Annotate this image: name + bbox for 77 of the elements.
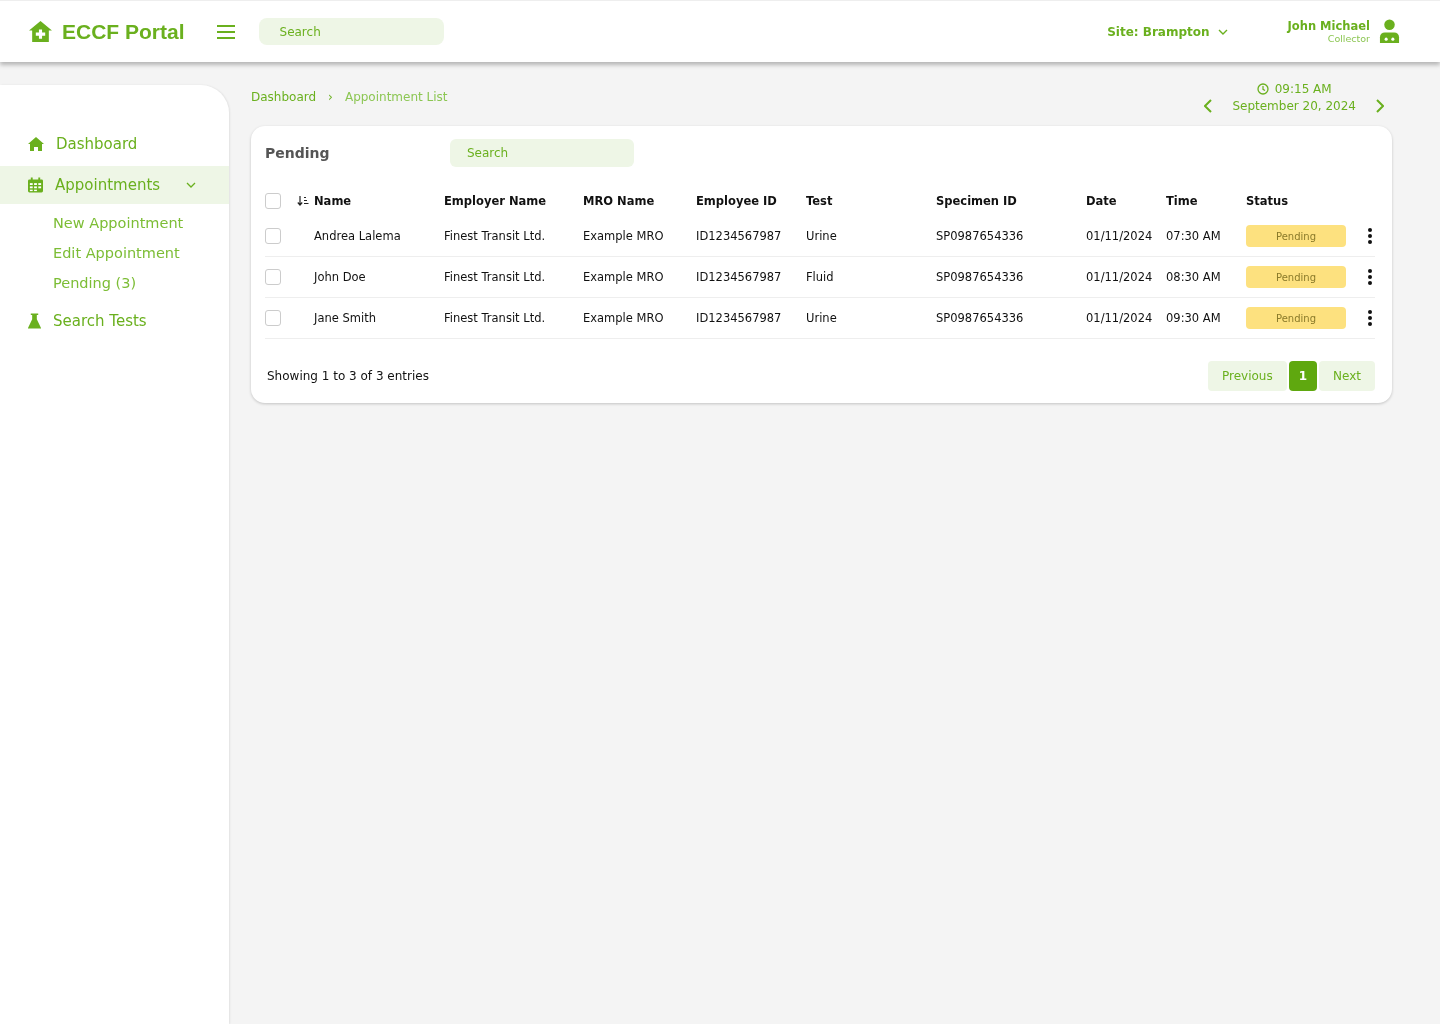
search-field[interactable]: Search <box>450 139 634 167</box>
menu-icon[interactable] <box>216 23 235 40</box>
table-cell-text: ID1234567987 <box>696 229 783 243</box>
breadcrumb-link[interactable]: Dashboard <box>251 90 317 104</box>
more-options-icon[interactable] <box>1368 269 1372 285</box>
sidebar-item[interactable]: Dashboard <box>0 125 229 163</box>
user-role: Collector <box>1327 33 1370 44</box>
flask-icon <box>28 313 41 329</box>
table-cell-text: Finest Transit Ltd. <box>444 311 547 325</box>
pagination-button[interactable]: Next <box>1319 361 1375 391</box>
current-date: September 20, 2024 <box>1232 99 1356 113</box>
table-cell-text: 01/11/2024 <box>1086 229 1154 243</box>
table-cell-text: 01/11/2024 <box>1086 270 1154 284</box>
table-cell-text: Example MRO <box>583 311 665 325</box>
app-title: ECCF Portal <box>62 19 185 44</box>
column-header: MRO Name <box>583 194 656 208</box>
current-time: 09:15 AM <box>1274 82 1332 96</box>
table-cell-text: 09:30 AM <box>1166 311 1222 325</box>
sidebar-item[interactable]: Appointments <box>0 166 229 204</box>
table-cell-text: 01/11/2024 <box>1086 311 1154 325</box>
table-cell-text: ID1234567987 <box>696 270 783 284</box>
house-plus-icon <box>28 20 53 43</box>
table-cell-text: Fluid <box>806 270 835 284</box>
table-cell-text: SP0987654336 <box>936 270 1025 284</box>
table-cell-text: Urine <box>806 311 838 325</box>
pagination-button[interactable]: Previous <box>1207 361 1287 391</box>
table-cell-text: Finest Transit Ltd. <box>444 270 547 284</box>
table-cell-text: ID1234567987 <box>696 311 783 325</box>
more-options-icon[interactable] <box>1368 310 1372 326</box>
table-cell-text: Jane Smith <box>314 311 377 325</box>
status-badge: Pending <box>1246 266 1346 288</box>
column-header: Test <box>806 194 834 208</box>
checkbox[interactable] <box>265 193 281 209</box>
column-header: Specimen ID <box>936 194 1018 208</box>
table-cell-text: Finest Transit Ltd. <box>444 229 547 243</box>
entries-summary: Showing 1 to 3 of 3 entries <box>267 369 429 383</box>
column-header: Time <box>1166 194 1199 208</box>
table-cell-text: SP0987654336 <box>936 229 1025 243</box>
status-badge: Pending <box>1246 225 1346 247</box>
sort-icon[interactable] <box>297 196 309 206</box>
submenu-link[interactable]: Pending (3) <box>53 273 229 294</box>
table-cell-text: Example MRO <box>583 270 665 284</box>
table-cell-text: 07:30 AM <box>1166 229 1222 243</box>
table-cell-text: Example MRO <box>583 229 665 243</box>
user-name: John Michael <box>1287 19 1370 33</box>
submenu-link[interactable]: New Appointment <box>53 213 229 234</box>
checkbox[interactable] <box>265 269 281 285</box>
table-cell-text: Andrea Lalema <box>314 229 402 243</box>
checkbox[interactable] <box>265 310 281 326</box>
clock-icon <box>1256 83 1269 95</box>
column-header: Name <box>314 194 353 208</box>
chevron-left-icon[interactable] <box>1204 99 1213 113</box>
site-dropdown[interactable]: Site: Brampton <box>1107 24 1228 39</box>
checkbox[interactable] <box>265 228 281 244</box>
sidebar-item[interactable]: Search Tests <box>0 302 229 340</box>
column-header: Status <box>1246 194 1290 208</box>
column-header: Employer Name <box>444 194 548 208</box>
table-cell-text: Urine <box>806 229 838 243</box>
column-header: Employee ID <box>696 194 778 208</box>
user-avatar-icon[interactable] <box>1379 19 1400 44</box>
breadcrumb-link[interactable]: Appointment List <box>344 90 448 104</box>
calendar-icon <box>28 177 43 193</box>
table-cell-text: SP0987654336 <box>936 311 1025 325</box>
home-icon <box>28 137 44 151</box>
pagination-button[interactable]: 1 <box>1288 361 1318 391</box>
chevron-right-icon[interactable] <box>1376 99 1384 113</box>
breadcrumb-separator: › <box>328 90 333 104</box>
column-header: Date <box>1086 194 1118 208</box>
chevron-icon[interactable] <box>186 182 197 188</box>
card-title: Pending <box>265 145 331 161</box>
more-options-icon[interactable] <box>1368 228 1372 244</box>
status-badge: Pending <box>1246 307 1346 329</box>
search-field[interactable]: Search <box>258 18 444 45</box>
submenu-link[interactable]: Edit Appointment <box>53 243 229 264</box>
table-cell-text: John Doe <box>314 270 367 284</box>
table-cell-text: 08:30 AM <box>1166 270 1222 284</box>
chevron-down-icon <box>1217 28 1228 35</box>
